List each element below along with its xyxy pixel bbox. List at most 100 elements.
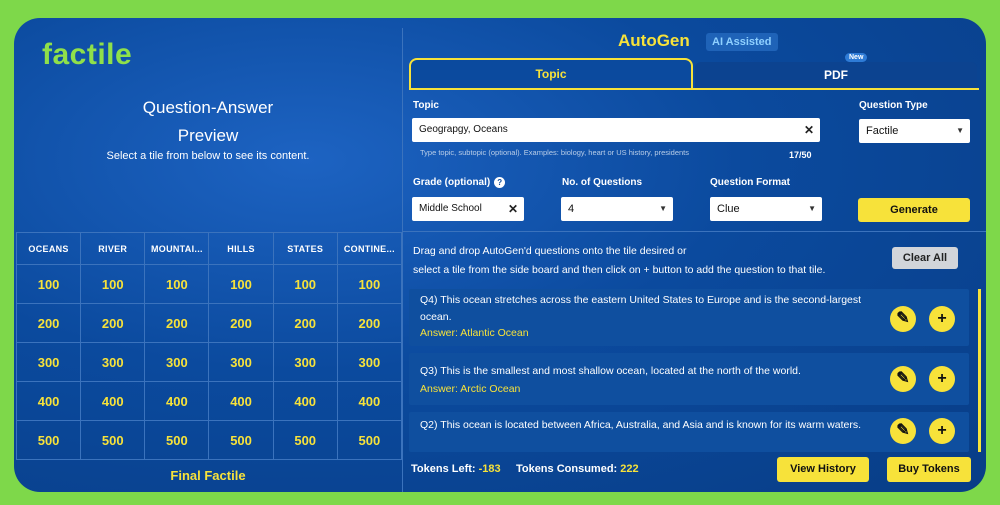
board-tile[interactable]: 100 [144,264,210,304]
tokens-consumed-label: Tokens Consumed: [515,463,618,475]
board-tile[interactable]: 300 [80,342,146,382]
topic-input[interactable]: Geograpgy, Oceans ✕ [412,118,820,142]
token-footer: Tokens Left: -183 Tokens Consumed: 222 V… [403,451,986,492]
autogen-panel: AutoGen AI Assisted Topic PDF New Topic … [403,18,986,492]
num-questions-value: 4 [568,203,575,215]
app-frame: factile Question-Answer Preview Select a… [14,18,986,492]
question-answer: Answer: Arctic Ocean [420,383,521,395]
tab-topic[interactable]: Topic [409,58,693,88]
board-tile[interactable]: 400 [144,381,210,421]
board-tile[interactable]: 200 [144,303,210,343]
format-select[interactable]: Clue ▼ [710,197,822,221]
results-scrollbar[interactable] [978,289,981,452]
question-card[interactable]: Q2) This ocean is located between Africa… [409,412,969,452]
num-questions-select[interactable]: 4 ▼ [561,197,673,221]
edit-icon[interactable]: ✎ [890,366,916,392]
question-type-select[interactable]: Factile ▼ [859,119,970,143]
question-card[interactable]: Q4) This ocean stretches across the east… [409,289,969,346]
board-tile[interactable]: 100 [80,264,146,304]
topic-hint: Type topic, subtopic (optional). Example… [420,148,690,157]
tokens-consumed-value: 222 [620,463,639,475]
value-row: 200 200 200 200 200 200 [15,303,403,343]
board-tile[interactable]: 300 [208,342,274,382]
question-type-value: Factile [866,125,899,137]
board-tile[interactable]: 200 [336,303,403,343]
clear-grade-icon[interactable]: ✕ [508,197,518,221]
grade-label: Grade (optional)? [413,177,506,189]
help-icon[interactable]: ? [494,177,506,188]
board-tile[interactable]: 400 [336,381,403,421]
clear-topic-icon[interactable]: ✕ [804,118,814,142]
topic-input-value: Geograpgy, Oceans [419,124,508,135]
question-card[interactable]: Q3) This is the smallest and most shallo… [409,353,969,405]
board-tile[interactable]: 500 [15,420,82,460]
grade-input[interactable]: Middle School ✕ [412,197,524,221]
preview-title-line2: Preview [177,126,239,145]
board-tile[interactable]: 100 [272,264,338,304]
preview-title-line1: Question-Answer [142,98,274,117]
final-factile-tile[interactable]: Final Factile [14,468,402,483]
board-tile[interactable]: 200 [208,303,274,343]
category-header[interactable]: RIVER [80,232,146,265]
board-tile[interactable]: 300 [15,342,82,382]
edit-icon[interactable]: ✎ [890,306,916,332]
format-label: Question Format [710,177,791,188]
plus-icon[interactable]: + [929,306,955,332]
instructions: Drag and drop AutoGen'd questions onto t… [413,242,825,280]
board-tile[interactable]: 300 [336,342,403,382]
category-header[interactable]: CONTINE... [336,232,403,265]
question-answer: Answer: Atlantic Ocean [420,327,529,339]
board-tile[interactable]: 400 [208,381,274,421]
board-tile[interactable]: 400 [80,381,146,421]
instruction-line1: Drag and drop AutoGen'd questions onto t… [413,245,687,257]
plus-icon[interactable]: + [929,418,955,444]
results-area: Drag and drop AutoGen'd questions onto t… [403,231,986,452]
game-board: OCEANS RIVER MOUNTAI... HILLS STATES CON… [15,232,403,460]
category-header[interactable]: STATES [272,232,338,265]
category-header[interactable]: OCEANS [15,232,82,265]
board-tile[interactable]: 300 [144,342,210,382]
new-badge: New [845,53,868,62]
board-tile[interactable]: 300 [272,342,338,382]
board-tile[interactable]: 400 [15,381,82,421]
board-tile[interactable]: 500 [144,420,210,460]
preview-subtitle: Select a tile from below to see its cont… [106,150,310,162]
board-tile[interactable]: 100 [15,264,82,304]
board-tile[interactable]: 400 [272,381,338,421]
tab-underline [409,88,979,90]
board-tile[interactable]: 200 [80,303,146,343]
board-tile[interactable]: 200 [272,303,338,343]
plus-icon[interactable]: + [929,366,955,392]
board-tile[interactable]: 500 [80,420,146,460]
value-row: 100 100 100 100 100 100 [15,264,403,304]
category-header[interactable]: HILLS [208,232,274,265]
buy-tokens-button[interactable]: Buy Tokens [887,457,971,482]
category-header[interactable]: MOUNTAI... [144,232,210,265]
format-value: Clue [717,203,740,215]
question-text: Q4) This ocean stretches across the east… [420,294,862,323]
num-questions-label: No. of Questions [562,177,642,188]
tab-pdf[interactable]: PDF [695,62,977,88]
generate-button[interactable]: Generate [858,198,970,222]
chevron-down-icon: ▼ [808,204,816,213]
grade-input-value: Middle School [419,203,482,214]
board-tile[interactable]: 100 [208,264,274,304]
board-tile[interactable]: 100 [336,264,403,304]
autogen-title: AutoGen [618,31,690,50]
question-text: Q2) This ocean is located between Africa… [420,419,862,431]
board-tile[interactable]: 500 [272,420,338,460]
instruction-line2: select a tile from the side board and th… [413,264,826,276]
board-tile[interactable]: 500 [208,420,274,460]
value-row: 300 300 300 300 300 300 [15,342,403,382]
chevron-down-icon: ▼ [956,126,964,135]
topic-char-counter: 17/50 [789,150,812,160]
view-history-button[interactable]: View History [777,457,869,482]
tokens-left-value: -183 [478,463,501,475]
edit-icon[interactable]: ✎ [890,418,916,444]
grade-label-text: Grade (optional) [413,177,491,189]
preview-title: Question-Answer Preview [14,94,402,150]
tokens-left-label: Tokens Left: [411,463,476,475]
clear-all-button[interactable]: Clear All [892,247,958,269]
board-tile[interactable]: 500 [336,420,403,460]
board-tile[interactable]: 200 [15,303,82,343]
